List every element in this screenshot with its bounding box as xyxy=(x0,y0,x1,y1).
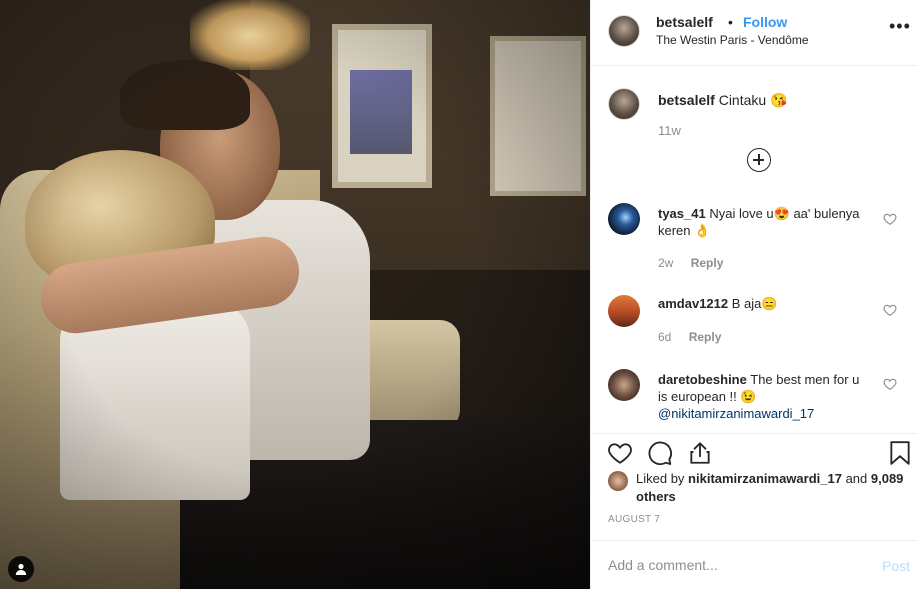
comment-meta: 2w Reply xyxy=(658,256,723,270)
caption-avatar[interactable] xyxy=(608,88,640,120)
likes-prefix: Liked by xyxy=(636,471,689,486)
comment-mention[interactable]: @nikitamirzanimawardi_17 xyxy=(658,406,814,421)
comment-avatar[interactable] xyxy=(608,295,640,327)
action-bar xyxy=(591,433,918,473)
separator-dot: • xyxy=(728,14,733,30)
likes-text: Liked by nikitamirzanimawardi_17 and 9,0… xyxy=(636,470,906,506)
post-header: betsalelf • Follow The Westin Paris - Ve… xyxy=(591,0,918,66)
post-button[interactable]: Post xyxy=(882,558,910,574)
location-link[interactable]: The Westin Paris - Vendôme xyxy=(656,33,809,47)
comment-body: tyas_41 Nyai love u😍 aa' bulenya keren 👌 xyxy=(658,205,868,239)
add-comment-bar: Post xyxy=(591,540,918,589)
comment-text: B aja😑 xyxy=(731,296,778,311)
post-date[interactable]: AUGUST 7 xyxy=(608,514,660,525)
add-comment-input[interactable] xyxy=(608,555,858,575)
like-heart-icon[interactable] xyxy=(607,440,633,466)
comment-timestamp[interactable]: 2w xyxy=(658,256,673,270)
avatar[interactable] xyxy=(608,15,640,47)
comment-username[interactable]: amdav1212 xyxy=(658,296,728,311)
more-options-icon[interactable]: ••• xyxy=(889,16,911,37)
caption: betsalelf Cintaku 😘 xyxy=(658,91,898,109)
follow-button[interactable]: Follow xyxy=(743,14,787,30)
liker-avatar[interactable] xyxy=(608,471,628,491)
comment-avatar[interactable] xyxy=(608,203,640,235)
load-more-comments-icon[interactable] xyxy=(747,148,771,172)
comment-body: daretobeshine The best men for u is euro… xyxy=(658,371,868,422)
comment-timestamp[interactable]: 6d xyxy=(658,330,671,344)
header-username[interactable]: betsalelf xyxy=(656,14,713,30)
photo-vignette xyxy=(0,0,590,589)
reply-button[interactable]: Reply xyxy=(691,256,724,270)
comment-like-heart-icon[interactable] xyxy=(883,303,897,317)
comment-bubble-icon[interactable] xyxy=(647,440,673,466)
share-icon[interactable] xyxy=(687,440,713,466)
caption-text: Cintaku 😘 xyxy=(718,92,788,108)
comment-username[interactable]: daretobeshine xyxy=(658,372,747,387)
bookmark-icon[interactable] xyxy=(887,440,913,466)
comment-like-heart-icon[interactable] xyxy=(883,377,897,391)
post-photo[interactable] xyxy=(0,0,590,589)
comment-username[interactable]: tyas_41 xyxy=(658,206,706,221)
post-side-panel: betsalelf • Follow The Westin Paris - Ve… xyxy=(590,0,918,589)
likes-and: and xyxy=(841,471,871,486)
user-tag-icon[interactable] xyxy=(8,556,34,582)
comment-body: amdav1212 B aja😑 xyxy=(658,295,868,312)
comments-list[interactable]: betsalelf Cintaku 😘 11w tyas_41 Nyai lov… xyxy=(591,67,918,433)
caption-timestamp[interactable]: 11w xyxy=(658,123,681,138)
reply-button[interactable]: Reply xyxy=(689,330,722,344)
caption-username[interactable]: betsalelf xyxy=(658,92,715,108)
liker-username[interactable]: nikitamirzanimawardi_17 xyxy=(688,471,842,486)
comment-meta: 6d Reply xyxy=(658,330,721,344)
comment-like-heart-icon[interactable] xyxy=(883,212,897,226)
comment-avatar[interactable] xyxy=(608,369,640,401)
